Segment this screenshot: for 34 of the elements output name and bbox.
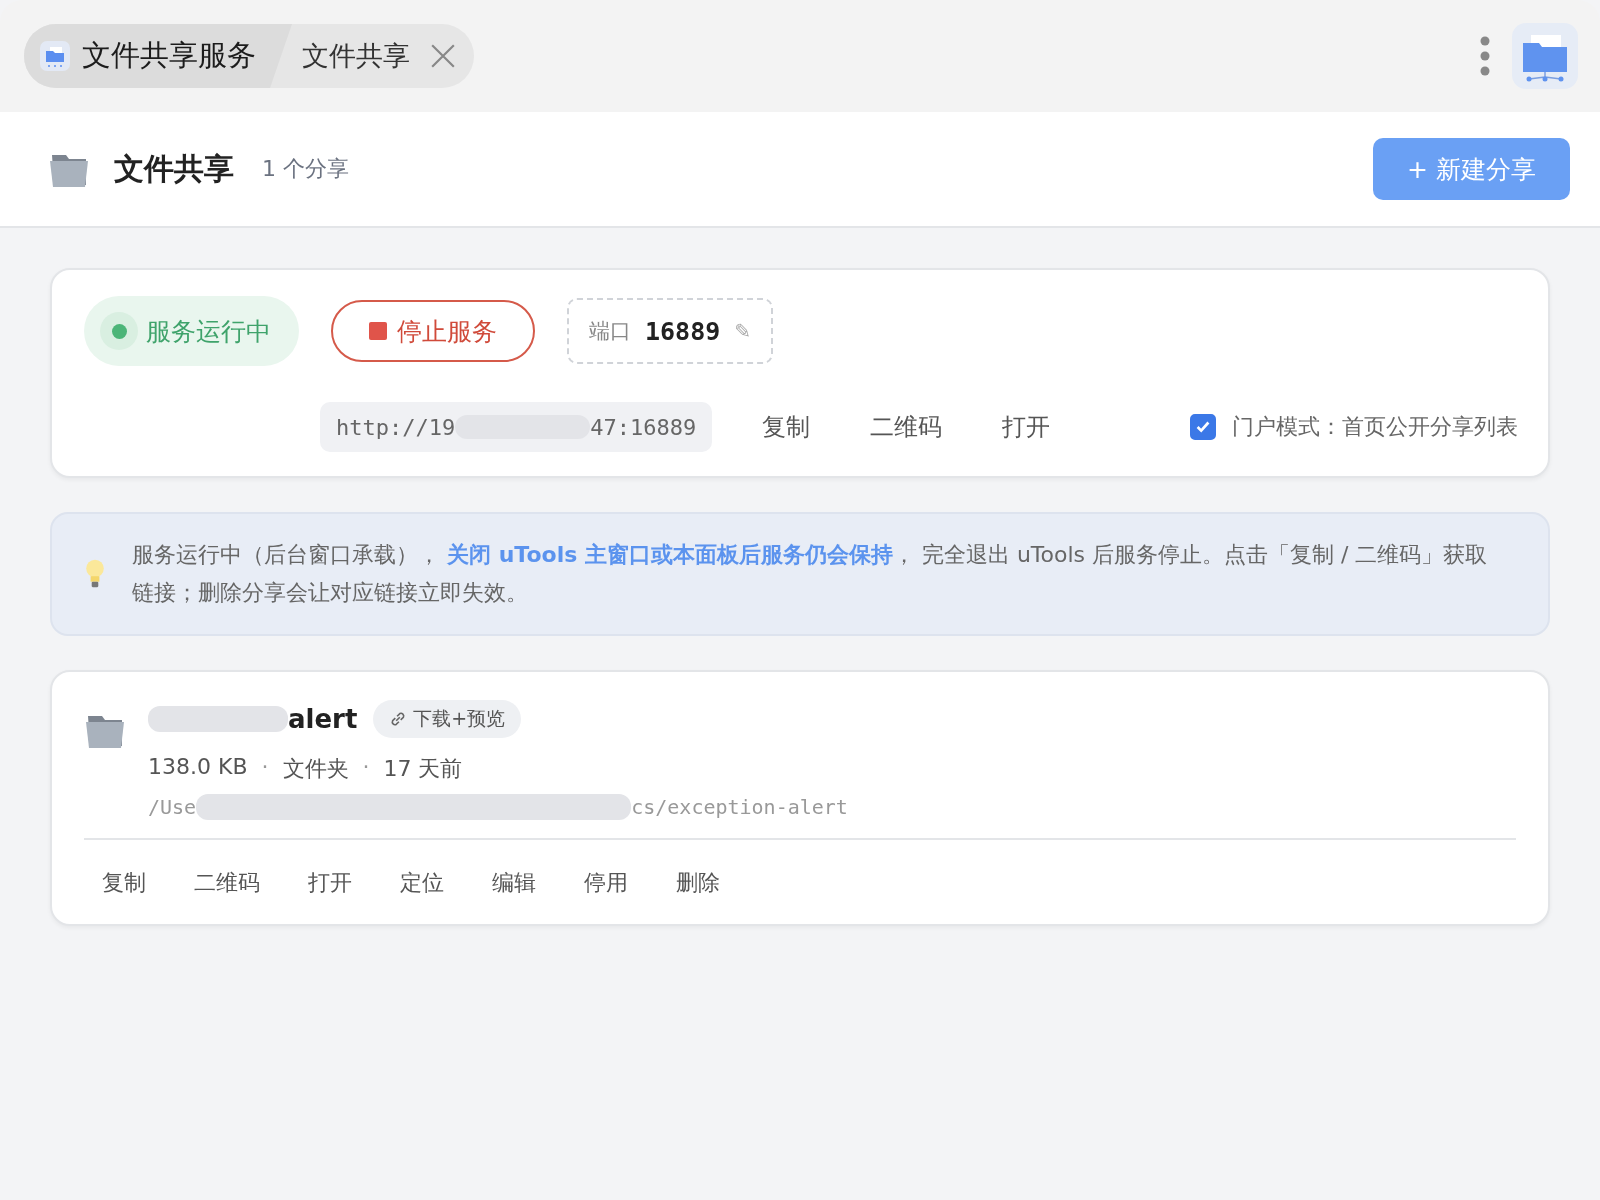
checkbox[interactable]	[1190, 414, 1216, 440]
action-link[interactable]: 二维码	[840, 411, 973, 443]
close-icon[interactable]	[430, 43, 456, 69]
separator-dot: ·	[362, 754, 370, 781]
page-tab[interactable]: 文件共享	[292, 24, 474, 88]
action-link[interactable]: 复制	[78, 868, 170, 898]
share-mode-tag: 下载+预览	[373, 700, 522, 738]
notice-text: 服务运行中（后台窗口承载）， 关闭 uTools 主窗口或本面板后服务仍会保持， 完全退出 uTools 后服务停止。点击「复制 / 二维码」获取链接；删除分享会让对应链接立即失效。	[132, 541, 1489, 607]
file-size: 138.0 KB	[148, 754, 248, 781]
stop-service-button[interactable]: 停止服务	[331, 300, 535, 362]
separator-dot: ·	[261, 754, 269, 781]
action-link[interactable]: 打开	[284, 868, 376, 898]
action-link[interactable]: 停用	[560, 868, 652, 898]
action-link[interactable]: 删除	[652, 868, 744, 898]
share-count: 1 个分享	[262, 155, 349, 183]
port-field[interactable]: 端口 16889 ✎	[567, 298, 774, 364]
file-type: 文件夹	[282, 755, 349, 783]
file-path: /Use	[148, 795, 197, 819]
app-breadcrumb[interactable]: 文件共享服务	[24, 24, 292, 88]
url-field: http://19 47:16889	[320, 402, 713, 452]
action-link[interactable]: 编辑	[468, 868, 560, 898]
share-name: alert	[288, 704, 358, 734]
status-badge: 服务运行中	[84, 296, 299, 366]
action-link[interactable]: 二维码	[170, 868, 284, 898]
folder-share-icon[interactable]	[1512, 23, 1578, 89]
action-link[interactable]: 定位	[376, 868, 468, 898]
page-title: 文件共享	[114, 149, 234, 188]
more-icon[interactable]	[1480, 36, 1490, 76]
modified-time: 17 天前	[383, 755, 463, 783]
action-link[interactable]: 复制	[732, 411, 841, 443]
action-link[interactable]: 打开	[972, 411, 1081, 443]
folder-share-icon	[40, 41, 70, 71]
file-path: cs/exception-alert	[631, 795, 848, 819]
portal-mode-label: 门户模式：首页公开分享列表	[1232, 413, 1518, 441]
